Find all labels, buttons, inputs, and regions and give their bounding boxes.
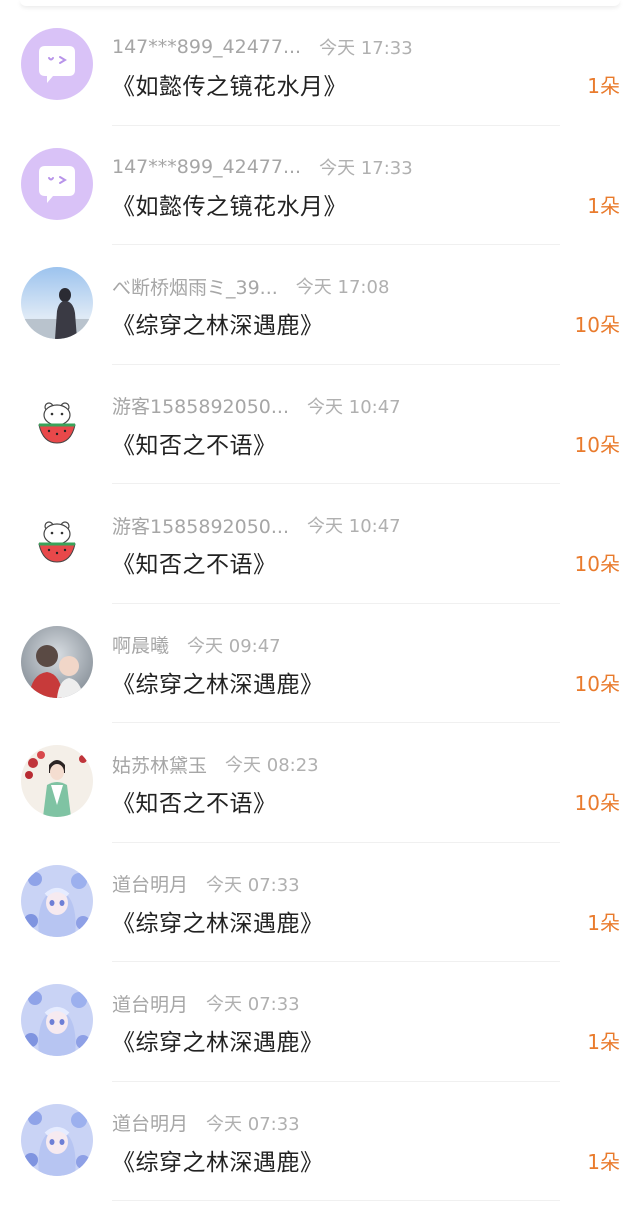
flower-amount: 1朵 xyxy=(587,193,620,218)
flower-amount: 1朵 xyxy=(587,74,620,98)
username[interactable]: 147***899_42477... xyxy=(112,156,301,178)
timestamp: 今天 09:47 xyxy=(187,635,281,657)
timestamp: 今天 10:47 xyxy=(307,396,401,418)
list-item[interactable]: べ断桥烟雨ミ_39... 今天 17:08 《综穿之林深遇鹿》 10朵 xyxy=(0,245,640,365)
username[interactable]: 游客1585892050... xyxy=(112,512,289,539)
book-title[interactable]: 《知否之不语》 xyxy=(112,784,277,818)
timestamp: 今天 08:23 xyxy=(225,755,319,776)
chat-bubble-icon[interactable] xyxy=(21,147,93,220)
item-meta: 道台明月 今天 07:33 xyxy=(112,988,300,1018)
watermelon-bear-avatar[interactable] xyxy=(21,506,93,578)
flower-amount: 10朵 xyxy=(574,671,620,696)
timestamp: 今天 10:47 xyxy=(307,516,401,537)
username[interactable]: 啊晨曦 xyxy=(112,631,169,658)
photo-avatar[interactable] xyxy=(21,625,93,698)
item-meta: べ断桥烟雨ミ_39... 今天 17:08 xyxy=(112,271,389,301)
item-meta: 147***899_42477... 今天 17:33 xyxy=(112,152,413,182)
item-meta: 道台明月 今天 07:33 xyxy=(112,1108,300,1138)
anime-avatar[interactable] xyxy=(21,984,93,1056)
list-item[interactable]: 啊晨曦 今天 09:47 《综穿之林深遇鹿》 10朵 xyxy=(0,604,640,724)
username[interactable]: 147***899_42477... xyxy=(112,36,301,58)
username[interactable]: 游客1585892050... xyxy=(112,392,289,419)
list-item[interactable]: 姑苏林黛玉 今天 08:23 《知否之不语》 10朵 xyxy=(0,723,640,843)
list-item[interactable]: 道台明月 今天 07:33 《综穿之林深遇鹿》 1朵 xyxy=(0,1082,640,1202)
flower-amount: 10朵 xyxy=(574,313,620,337)
list-item[interactable]: 147***899_42477... 今天 17:33 《如懿传之镜花水月》 1… xyxy=(0,6,640,126)
item-meta: 姑苏林黛玉 今天 08:23 xyxy=(112,749,319,779)
illustrated-avatar[interactable] xyxy=(21,745,93,817)
item-meta: 游客1585892050... 今天 10:47 xyxy=(112,391,401,421)
list-item[interactable]: 147***899_42477... 今天 17:33 《如懿传之镜花水月》 1… xyxy=(0,126,640,246)
book-title[interactable]: 《知否之不语》 xyxy=(112,426,277,460)
watermelon-bear-avatar[interactable] xyxy=(21,386,93,459)
username[interactable]: べ断桥烟雨ミ_39... xyxy=(112,273,278,300)
username[interactable]: 道台明月 xyxy=(112,870,188,897)
list-item[interactable]: 道台明月 今天 07:33 《综穿之林深遇鹿》 1朵 xyxy=(0,843,640,963)
anime-avatar[interactable] xyxy=(21,1103,93,1176)
flower-amount: 10朵 xyxy=(574,552,620,576)
timestamp: 今天 17:33 xyxy=(319,38,413,59)
flower-amount: 1朵 xyxy=(587,1149,620,1174)
item-meta: 147***899_42477... 今天 17:33 xyxy=(112,32,413,62)
item-meta: 游客1585892050... 今天 10:47 xyxy=(112,510,401,540)
gift-record-list: 147***899_42477... 今天 17:33 《如懿传之镜花水月》 1… xyxy=(0,6,640,1220)
flower-amount: 1朵 xyxy=(587,1030,620,1054)
photo-avatar[interactable] xyxy=(21,267,93,339)
list-item[interactable]: 道台明月 今天 07:33 《综穿之林深遇鹿》 1朵 xyxy=(0,962,640,1082)
book-title[interactable]: 《如懿传之镜花水月》 xyxy=(112,67,347,101)
chat-bubble-icon[interactable] xyxy=(21,28,93,100)
timestamp: 今天 17:08 xyxy=(295,277,390,298)
anime-avatar[interactable] xyxy=(21,864,93,937)
book-title[interactable]: 《综穿之林深遇鹿》 xyxy=(112,665,324,699)
book-title[interactable]: 《如懿传之镜花水月》 xyxy=(112,187,347,221)
timestamp: 今天 17:33 xyxy=(319,157,413,179)
flower-amount: 10朵 xyxy=(574,432,620,457)
username[interactable]: 姑苏林黛玉 xyxy=(112,751,207,778)
book-title[interactable]: 《综穿之林深遇鹿》 xyxy=(112,306,324,340)
list-item[interactable]: 游客1585892050... 今天 10:47 《知否之不语》 10朵 xyxy=(0,365,640,485)
book-title[interactable]: 《知否之不语》 xyxy=(112,545,277,579)
item-meta: 啊晨曦 今天 09:47 xyxy=(112,630,281,660)
flower-amount: 10朵 xyxy=(574,791,620,815)
timestamp: 今天 07:33 xyxy=(206,994,300,1015)
item-meta: 道台明月 今天 07:33 xyxy=(112,869,300,899)
book-title[interactable]: 《综穿之林深遇鹿》 xyxy=(112,1143,324,1177)
username[interactable]: 道台明月 xyxy=(112,1109,188,1136)
list-item[interactable]: 游客1585892050... 今天 10:47 《知否之不语》 10朵 xyxy=(0,484,640,604)
book-title[interactable]: 《综穿之林深遇鹿》 xyxy=(112,904,324,938)
username[interactable]: 道台明月 xyxy=(112,990,188,1017)
timestamp: 今天 07:33 xyxy=(206,1113,300,1135)
flower-amount: 1朵 xyxy=(587,910,620,935)
book-title[interactable]: 《综穿之林深遇鹿》 xyxy=(112,1023,324,1057)
timestamp: 今天 07:33 xyxy=(206,874,300,896)
